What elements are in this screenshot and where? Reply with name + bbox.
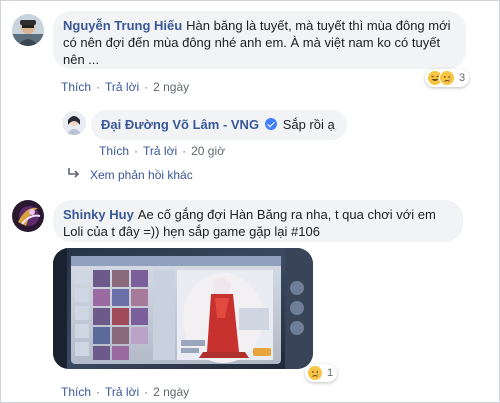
reply-author[interactable]: Đại Đường Võ Lâm - VNG [101,117,259,132]
comment-timestamp[interactable]: 2 ngày [153,80,189,94]
separator-dot: · [96,80,101,94]
verified-badge-icon [265,118,278,130]
reply-text: Sắp rồi ạ [282,117,335,132]
page-avatar[interactable] [62,111,86,135]
comment-author[interactable]: Shinky Huy [63,207,134,222]
separator-dot: · [182,144,187,158]
separator-dot: · [144,80,149,94]
commenter-avatar[interactable] [12,200,44,232]
comment-image-attachment[interactable] [53,248,313,369]
reply-bubble: Đại Đường Võ Lâm - VNG Sắp rồi ạ [91,110,347,140]
separator-dot: · [144,385,149,399]
like-link[interactable]: Thích [61,385,91,399]
reply-link[interactable]: Trả lời [105,385,139,399]
view-more-replies-label: Xem phản hồi khác [90,167,193,182]
comment-author[interactable]: Nguyễn Trung Hiếu [63,18,182,33]
reaction-count: 3 [459,72,466,84]
separator-dot: · [96,385,101,399]
separator-dot: · [134,144,139,158]
commenter-avatar[interactable] [12,14,44,46]
comment-actions: Thích · Trả lời · 2 ngày [61,385,189,399]
reply-link[interactable]: Trả lời [105,80,139,94]
reply-arrow-icon [66,167,82,182]
reply-timestamp[interactable]: 20 giờ [191,144,225,158]
comment-thread: Nguyễn Trung Hiếu Hàn băng là tuyết, mà t… [0,0,500,403]
sad-emoji-icon [307,365,323,381]
like-link[interactable]: Thích [99,144,129,158]
like-link[interactable]: Thích [61,80,91,94]
reply-link[interactable]: Trả lời [143,144,177,158]
sad-emoji-icon [439,70,455,86]
reaction-summary[interactable]: 3 [425,69,470,87]
reply-actions: Thích · Trả lời · 20 giờ [99,144,225,158]
comment-bubble: Nguyễn Trung Hiếu Hàn băng là tuyết, mà t… [53,11,466,69]
comment-timestamp[interactable]: 2 ngày [153,385,189,399]
view-more-replies-link[interactable]: Xem phản hồi khác [66,167,193,182]
comment-bubble: Shinky Huy Ae cố gắng đợi Hàn Băng ra nha… [53,200,463,242]
reaction-count: 1 [327,367,334,379]
reaction-summary[interactable]: 1 [305,364,338,382]
comment-actions: Thích · Trả lời · 2 ngày [61,80,189,94]
